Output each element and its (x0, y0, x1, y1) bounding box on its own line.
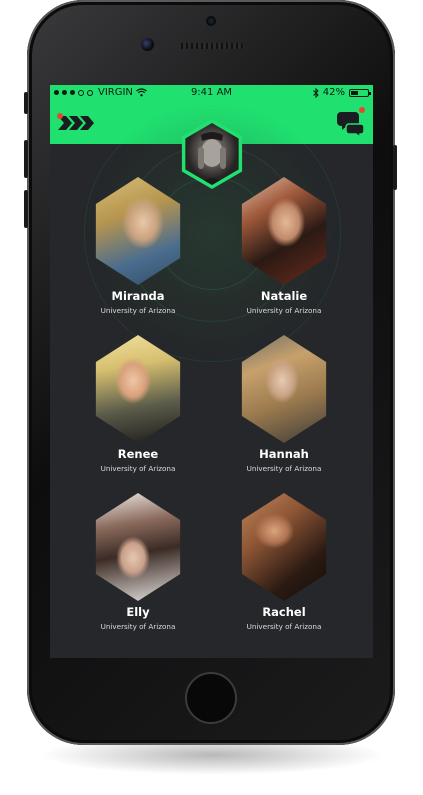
status-right: 42% (312, 85, 371, 100)
wifi-icon (136, 88, 147, 97)
front-camera (141, 38, 154, 51)
notification-badge (359, 107, 365, 113)
power-button (393, 145, 397, 190)
app-screen: 9:41 AM VIRGIN 42% Miranda University of… (50, 85, 373, 658)
bluetooth-icon (312, 87, 319, 98)
profile-card-miranda[interactable]: Miranda University of Arizona (83, 177, 193, 315)
volume-down-button (24, 190, 28, 228)
signal-dot (62, 90, 67, 95)
profile-photo (241, 177, 327, 285)
profile-card-hannah[interactable]: Hannah University of Arizona (229, 335, 339, 473)
battery-icon (349, 88, 371, 97)
profile-card-natalie[interactable]: Natalie University of Arizona (229, 177, 339, 315)
profile-school: University of Arizona (100, 306, 176, 315)
profile-name: Renee (117, 447, 159, 461)
profile-name: Rachel (262, 605, 306, 619)
profile-name: Natalie (260, 289, 308, 303)
profile-photo (95, 493, 181, 601)
profile-photo (241, 493, 327, 601)
profile-school: University of Arizona (246, 622, 322, 631)
profile-school: University of Arizona (246, 306, 322, 315)
notification-badge (57, 113, 63, 119)
profile-photo (95, 177, 181, 285)
signal-dot (54, 90, 59, 95)
status-bar: 9:41 AM VIRGIN 42% (50, 85, 373, 100)
profile-card-elly[interactable]: Elly University of Arizona (83, 493, 193, 631)
profile-card-rachel[interactable]: Rachel University of Arizona (229, 493, 339, 631)
top-sensor (206, 16, 216, 26)
signal-dot (70, 90, 75, 95)
home-button[interactable] (185, 672, 237, 724)
signal-dot-empty (78, 89, 84, 96)
carrier-label: VIRGIN (98, 87, 133, 98)
battery-percent: 42% (322, 87, 345, 98)
mute-switch (24, 92, 28, 114)
chat-bubbles-icon[interactable] (335, 107, 365, 139)
signal-dot-empty (87, 89, 93, 96)
profile-photo (95, 335, 181, 443)
status-left: VIRGIN (54, 85, 147, 100)
profile-school: University of Arizona (246, 464, 322, 473)
profile-name: Elly (126, 605, 150, 619)
profile-card-renee[interactable]: Renee University of Arizona (83, 335, 193, 473)
profile-name: Miranda (111, 289, 165, 303)
profile-name: Hannah (259, 447, 309, 461)
profile-school: University of Arizona (100, 464, 176, 473)
profile-school: University of Arizona (100, 622, 176, 631)
profile-photo (241, 335, 327, 443)
volume-up-button (24, 140, 28, 178)
battery-fill (351, 90, 358, 95)
earpiece-speaker (178, 43, 244, 49)
hex-arrows-menu-icon[interactable] (57, 113, 98, 132)
